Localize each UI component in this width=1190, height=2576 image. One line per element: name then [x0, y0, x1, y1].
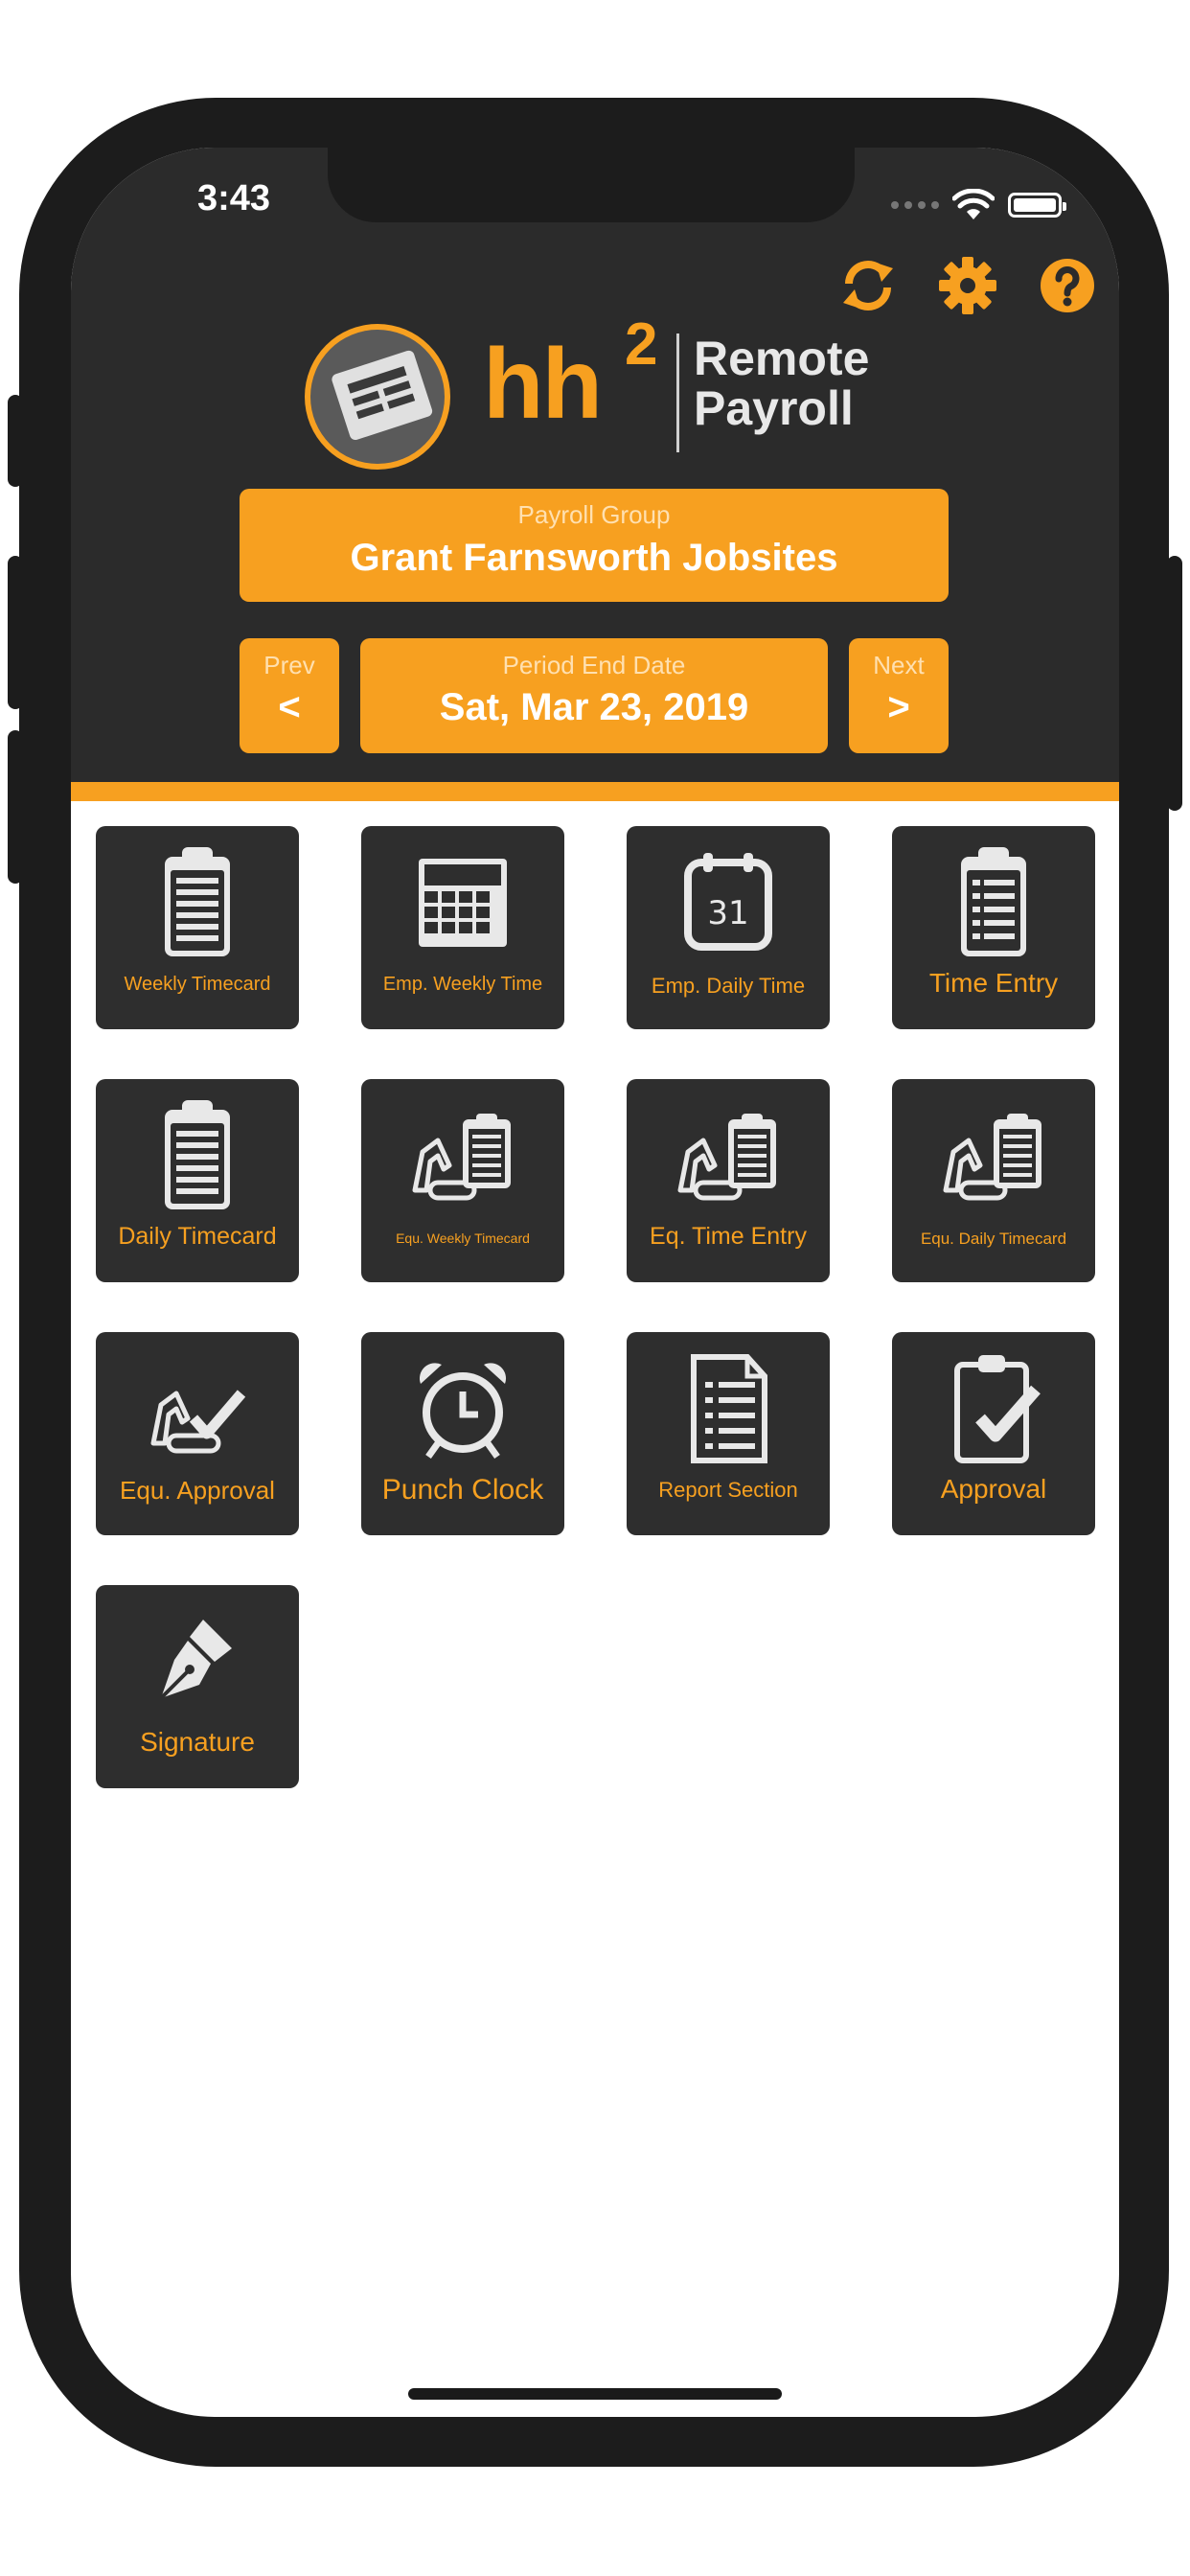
mute-switch [8, 395, 23, 487]
logo-line-2: Payroll [694, 381, 854, 435]
notch [328, 148, 855, 222]
pen-nib-icon [159, 1620, 232, 1700]
calendar-day-icon: 31 [684, 853, 772, 951]
tile-label: Equ. Daily Timecard [920, 1230, 1067, 1248]
tile-label: Emp. Weekly Time [382, 974, 543, 995]
tile-signature[interactable]: Signature [96, 1585, 299, 1788]
tile-label: Time Entry [928, 968, 1059, 998]
period-end-date-button[interactable]: Period End Date Sat, Mar 23, 2019 [360, 638, 828, 753]
period-caption: Period End Date [502, 651, 686, 679]
volume-up-button [8, 556, 23, 709]
payroll-group-button[interactable]: Payroll Group Grant Farnsworth Jobsites [240, 489, 949, 602]
help-icon[interactable] [1037, 255, 1098, 316]
tile-daily-timecard[interactable]: Daily Timecard [96, 1079, 299, 1282]
logo-line-1: Remote [694, 332, 870, 385]
tile-label: Emp. Daily Time [651, 974, 806, 998]
battery-icon [1008, 193, 1066, 218]
next-symbol: > [887, 686, 910, 728]
signal-icon [891, 201, 939, 209]
period-value: Sat, Mar 23, 2019 [439, 686, 749, 728]
tile-report-section[interactable]: Report Section [627, 1332, 830, 1535]
refresh-icon[interactable] [837, 255, 899, 316]
clipboard-icon [165, 847, 230, 956]
prev-period-button[interactable]: Prev < [240, 638, 339, 753]
tile-label: Punch Clock [381, 1474, 544, 1506]
prev-symbol: < [278, 686, 301, 728]
excavator-clipboard-icon [943, 1114, 1041, 1201]
tile-weekly-timecard[interactable]: Weekly Timecard [96, 826, 299, 1029]
header-divider [71, 782, 1119, 801]
tile-label: Approval [940, 1474, 1047, 1504]
gear-icon[interactable] [937, 255, 998, 316]
payroll-group-caption: Payroll Group [517, 500, 671, 529]
prev-caption: Prev [263, 651, 315, 679]
header-actions [837, 255, 1098, 316]
tile-approval[interactable]: Approval [892, 1332, 1095, 1535]
tile-time-entry[interactable]: Time Entry [892, 826, 1095, 1029]
alarm-clock-icon [419, 1363, 507, 1460]
screen: 3:43 hh 2 Remote Payroll Payroll Group G… [71, 148, 1119, 2417]
excavator-check-icon [150, 1390, 246, 1454]
excavator-clipboard-icon [412, 1114, 511, 1201]
tile-equ-weekly-timecard[interactable]: Equ. Weekly Timecard [361, 1079, 564, 1282]
volume-down-button [8, 730, 23, 884]
tile-label: Weekly Timecard [124, 974, 271, 995]
tile-label: Daily Timecard [118, 1223, 277, 1250]
tile-eq-time-entry[interactable]: Eq. Time Entry [627, 1079, 830, 1282]
tile-equ-approval[interactable]: Equ. Approval [96, 1332, 299, 1535]
logo-words: Remote Payroll [694, 334, 869, 433]
app-logo: hh 2 Remote Payroll [301, 310, 914, 473]
logo-superscript: 2 [625, 311, 658, 378]
wifi-icon [952, 189, 995, 219]
status-indicators [891, 186, 1066, 224]
logo-divider [676, 334, 679, 452]
tile-label: Equ. Approval [120, 1476, 275, 1505]
tile-punch-clock[interactable]: Punch Clock [361, 1332, 564, 1535]
tile-emp-daily-time[interactable]: 31 Emp. Daily Time [627, 826, 830, 1029]
excavator-clipboard-icon [677, 1114, 776, 1201]
home-indicator[interactable] [408, 2388, 782, 2400]
document-icon [691, 1354, 767, 1463]
payroll-group-value: Grant Farnsworth Jobsites [350, 537, 838, 579]
tile-emp-weekly-time[interactable]: Emp. Weekly Time [361, 826, 564, 1029]
next-period-button[interactable]: Next > [849, 638, 949, 753]
clipboard-icon [165, 1100, 230, 1209]
clipboard-list-icon [961, 847, 1026, 956]
logo-emblem-icon [305, 324, 450, 470]
tile-label: Equ. Weekly Timecard [396, 1230, 530, 1246]
power-button [1167, 556, 1182, 811]
calendar-day-number: 31 [707, 894, 748, 932]
calendar-grid-icon [419, 859, 507, 947]
tile-label: Report Section [658, 1478, 798, 1502]
tile-label: Eq. Time Entry [650, 1223, 807, 1250]
tile-label: Signature [140, 1727, 255, 1757]
clipboard-check-icon [954, 1355, 1041, 1463]
tile-equ-daily-timecard[interactable]: Equ. Daily Timecard [892, 1079, 1095, 1282]
status-time: 3:43 [196, 178, 271, 218]
next-caption: Next [873, 651, 925, 679]
logo-hh: hh [483, 329, 603, 440]
